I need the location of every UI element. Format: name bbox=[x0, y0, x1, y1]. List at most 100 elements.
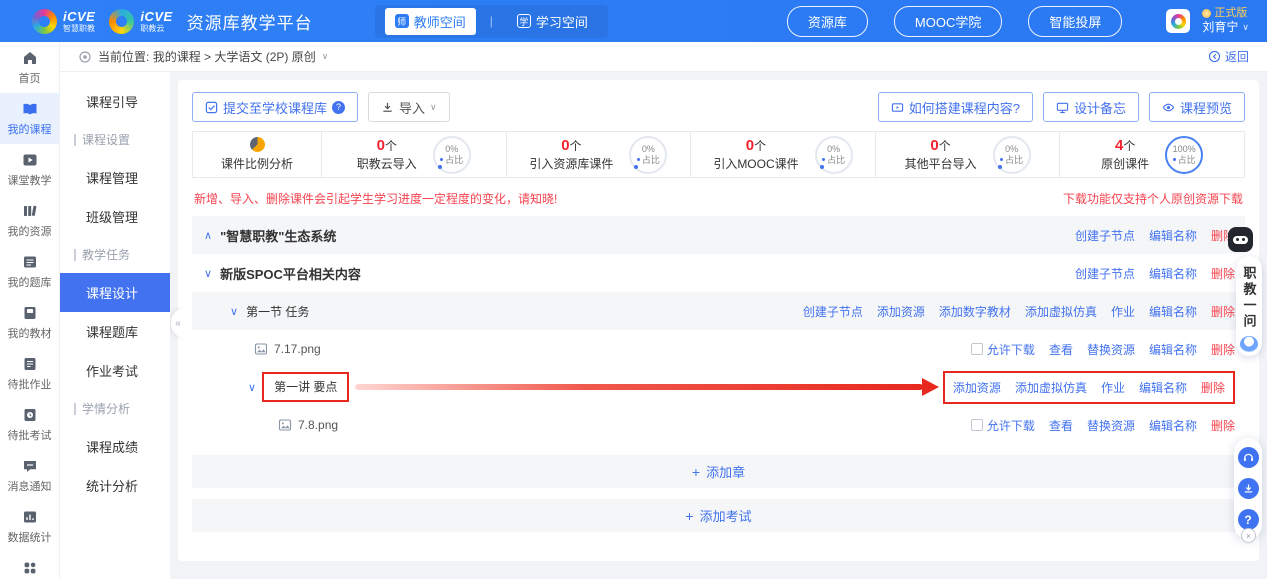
add-exam-button[interactable]: + 添加考试 bbox=[192, 499, 1245, 532]
assistant-robot-icon[interactable] bbox=[1228, 227, 1253, 252]
sidebar-item-question-bank[interactable]: 我的题库 bbox=[0, 246, 59, 297]
student-space-icon: 学 bbox=[517, 14, 531, 28]
close-floating-toolbar-button[interactable]: × bbox=[1241, 528, 1256, 543]
chapter-name[interactable]: "智慧职教"生态系统 bbox=[220, 226, 336, 245]
courseware-ratio-analysis: 课件比例分析 bbox=[193, 132, 321, 177]
tab-teacher-space[interactable]: 师 教师空间 bbox=[385, 8, 476, 35]
course-preview-button[interactable]: 课程预览 bbox=[1149, 92, 1245, 122]
bar-chart-icon bbox=[22, 509, 38, 525]
menu-item-course-question-bank[interactable]: 课程题库 bbox=[60, 312, 170, 351]
assistant-mascot-icon bbox=[1240, 336, 1258, 352]
edit-name-link[interactable]: 编辑名称 bbox=[1149, 341, 1197, 358]
info-question-icon[interactable]: ? bbox=[332, 101, 345, 114]
add-virtual-simulation-link[interactable]: 添加虚拟仿真 bbox=[1015, 379, 1087, 396]
create-child-node-link[interactable]: 创建子节点 bbox=[1075, 227, 1135, 244]
menu-item-statistical-analysis[interactable]: 统计分析 bbox=[60, 466, 170, 505]
homework-link[interactable]: 作业 bbox=[1111, 303, 1135, 320]
customer-service-button[interactable] bbox=[1238, 447, 1259, 468]
subsection-name-highlight-box[interactable]: 第一讲 要点 bbox=[262, 372, 349, 402]
tab-student-space[interactable]: 学 学习空间 bbox=[507, 8, 598, 35]
collapse-caret-icon[interactable]: ∧ bbox=[204, 229, 212, 242]
import-button[interactable]: 导入 ∨ bbox=[368, 92, 450, 122]
menu-item-homework-exams[interactable]: 作业考试 bbox=[60, 351, 170, 390]
menu-item-class-management[interactable]: 班级管理 bbox=[60, 197, 170, 236]
delete-link[interactable]: 删除 bbox=[1211, 303, 1235, 320]
section-row: ∨ 第一节 任务 创建子节点 添加资源 添加数字教材 添加虚拟仿真 作业 编辑名… bbox=[192, 292, 1245, 330]
view-link[interactable]: 查看 bbox=[1049, 341, 1073, 358]
app-icon[interactable] bbox=[1166, 9, 1190, 33]
allow-download-option[interactable]: 允许下载 bbox=[971, 417, 1035, 434]
section-name[interactable]: 第一节 任务 bbox=[246, 303, 309, 320]
zhijiao-qa-assistant-tab[interactable]: 职教一问 bbox=[1236, 256, 1262, 356]
edit-name-link[interactable]: 编辑名称 bbox=[1149, 265, 1197, 282]
sidebar-item-my-resources[interactable]: 我的资源 bbox=[0, 195, 59, 246]
menu-item-course-guide[interactable]: 课程引导 bbox=[60, 82, 170, 121]
allow-download-checkbox[interactable] bbox=[971, 419, 983, 431]
edit-name-link[interactable]: 编辑名称 bbox=[1149, 227, 1197, 244]
add-digital-textbook-link[interactable]: 添加数字教材 bbox=[939, 303, 1011, 320]
user-menu[interactable]: 正式版 刘育宁∨ bbox=[1202, 7, 1249, 36]
menu-item-course-grades[interactable]: 课程成绩 bbox=[60, 427, 170, 466]
view-link[interactable]: 查看 bbox=[1049, 417, 1073, 434]
menu-collapse-handle[interactable]: « bbox=[171, 308, 185, 338]
sidebar-item-messages[interactable]: 消息通知 bbox=[0, 450, 59, 501]
add-chapter-button[interactable]: + 添加章 bbox=[192, 455, 1245, 488]
sidebar-item-textbooks[interactable]: 我的教材 bbox=[0, 297, 59, 348]
main-area: « 提交至学校课程库 ? 导入 ∨ 如何搭建课程内容? bbox=[170, 72, 1267, 579]
add-resource-link[interactable]: 添加资源 bbox=[953, 379, 1001, 396]
stat-label: 其他平台导入 bbox=[905, 157, 977, 172]
edit-name-link[interactable]: 编辑名称 bbox=[1139, 379, 1187, 396]
sidebar-item-statistics[interactable]: 数据统计 bbox=[0, 501, 59, 552]
sidebar-item-classroom-teaching[interactable]: 课堂教学 bbox=[0, 144, 59, 195]
chapter-name[interactable]: 新版SPOC平台相关内容 bbox=[220, 264, 361, 283]
replace-resource-link[interactable]: 替换资源 bbox=[1087, 417, 1135, 434]
textbook-icon bbox=[22, 305, 38, 321]
delete-link[interactable]: 删除 bbox=[1211, 417, 1235, 434]
delete-link[interactable]: 删除 bbox=[1211, 265, 1235, 282]
stat-unit: 个 bbox=[1123, 139, 1135, 153]
allow-download-checkbox[interactable] bbox=[971, 343, 983, 355]
add-resource-link[interactable]: 添加资源 bbox=[877, 303, 925, 320]
delete-link[interactable]: 删除 bbox=[1211, 341, 1235, 358]
resource-file-name[interactable]: 7.8.png bbox=[298, 418, 338, 432]
help-button[interactable]: ? bbox=[1238, 509, 1259, 530]
submit-label: 提交至学校课程库 bbox=[223, 98, 327, 117]
add-virtual-simulation-link[interactable]: 添加虚拟仿真 bbox=[1025, 303, 1097, 320]
edit-name-link[interactable]: 编辑名称 bbox=[1149, 303, 1197, 320]
breadcrumb-path[interactable]: 我的课程 > 大学语文 (2P) 原创 bbox=[153, 48, 316, 65]
create-child-node-link[interactable]: 创建子节点 bbox=[803, 303, 863, 320]
stat-label: 引入MOOC课件 bbox=[713, 157, 798, 172]
chevron-down-icon[interactable]: ∨ bbox=[322, 51, 329, 62]
back-label: 返回 bbox=[1225, 48, 1249, 65]
sidebar-item-third-party-apps[interactable]: 第三方应用 bbox=[0, 552, 59, 579]
expand-caret-icon[interactable]: ∨ bbox=[230, 305, 238, 318]
how-to-build-content-button[interactable]: 如何搭建课程内容? bbox=[878, 92, 1033, 122]
menu-item-course-management[interactable]: 课程管理 bbox=[60, 158, 170, 197]
stat-unit: 个 bbox=[939, 139, 951, 153]
resource-file-name[interactable]: 7.17.png bbox=[274, 342, 321, 356]
download-center-button[interactable] bbox=[1238, 478, 1259, 499]
sidebar-item-pending-exams[interactable]: 待批考试 bbox=[0, 399, 59, 450]
edit-name-link[interactable]: 编辑名称 bbox=[1149, 417, 1197, 434]
user-name: 刘育宁 bbox=[1202, 20, 1238, 35]
menu-item-course-design[interactable]: 课程设计 bbox=[60, 273, 170, 312]
percent-value: 0% bbox=[445, 144, 458, 155]
sidebar-item-label: 我的教材 bbox=[8, 325, 52, 341]
location-icon bbox=[78, 50, 92, 64]
create-child-node-link[interactable]: 创建子节点 bbox=[1075, 265, 1135, 282]
design-memo-button[interactable]: 设计备忘 bbox=[1043, 92, 1139, 122]
homework-link[interactable]: 作业 bbox=[1101, 379, 1125, 396]
expand-caret-icon[interactable]: ∨ bbox=[204, 267, 212, 280]
sidebar-item-my-courses[interactable]: 我的课程 bbox=[0, 93, 59, 144]
resource-library-button[interactable]: 资源库 bbox=[787, 6, 868, 37]
expand-caret-icon[interactable]: ∨ bbox=[248, 381, 256, 394]
delete-link[interactable]: 删除 bbox=[1201, 379, 1225, 396]
smart-casting-button[interactable]: 智能投屏 bbox=[1028, 6, 1122, 37]
submit-to-school-library-button[interactable]: 提交至学校课程库 ? bbox=[192, 92, 358, 122]
mooc-academy-button[interactable]: MOOC学院 bbox=[894, 6, 1002, 37]
back-button[interactable]: 返回 bbox=[1208, 48, 1249, 65]
sidebar-item-pending-homework[interactable]: 待批作业 bbox=[0, 348, 59, 399]
replace-resource-link[interactable]: 替换资源 bbox=[1087, 341, 1135, 358]
sidebar-item-home[interactable]: 首页 bbox=[0, 42, 59, 93]
allow-download-option[interactable]: 允许下载 bbox=[971, 341, 1035, 358]
